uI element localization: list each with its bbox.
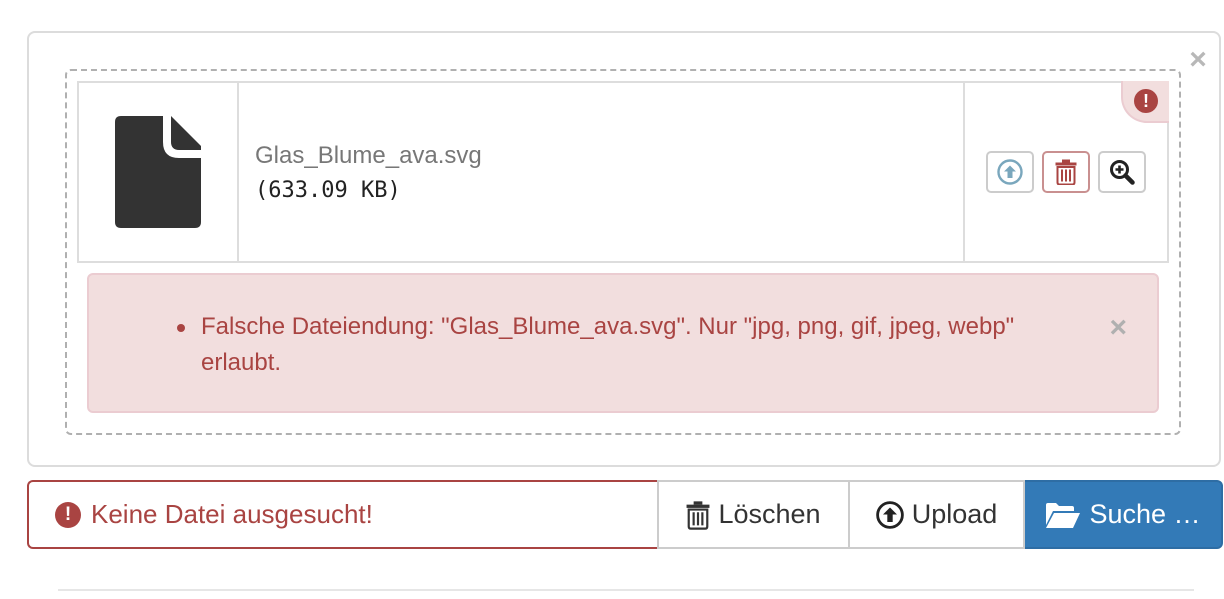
close-alert-button[interactable]: × [1109,313,1127,343]
delete-file-button[interactable] [1042,151,1090,193]
upload-button-label: Upload [911,499,998,529]
delete-button[interactable]: Löschen [657,480,850,549]
error-list: Falsche Dateiendung: "Glas_Blume_ava.svg… [175,309,1055,381]
drop-zone[interactable]: Glas_Blume_ava.svg (633.09 KB) ! Falsche… [65,69,1181,435]
file-input-group: ! Keine Datei ausgesucht! Löschen Upload [27,480,1223,549]
trash-icon [1055,159,1077,185]
file-actions: ! [965,81,1169,261]
file-error-indicator: ! [1121,81,1169,123]
zoom-in-icon [1110,160,1135,185]
file-caption[interactable]: ! Keine Datei ausgesucht! [27,480,657,549]
delete-button-label: Löschen [718,499,821,529]
file-name: Glas_Blume_ava.svg [255,141,482,169]
upload-circle-icon [875,500,904,529]
divider [58,589,1194,591]
folder-open-icon [1045,501,1081,529]
exclamation-circle-icon: ! [55,501,81,528]
error-alert: Falsche Dateiendung: "Glas_Blume_ava.svg… [87,273,1159,413]
file-size: (633.09 KB) [255,177,401,203]
exclamation-circle-icon: ! [1134,89,1158,113]
upload-button[interactable]: Upload [850,480,1025,549]
error-message: Falsche Dateiendung: "Glas_Blume_ava.svg… [175,309,1055,381]
browse-button[interactable]: Suche … [1025,480,1223,549]
file-icon [115,116,201,228]
upload-file-button[interactable] [986,151,1034,193]
upload-circle-icon [997,159,1023,185]
file-preview-panel: × Glas_Blume_ava.svg (633.09 KB) ! Falsc… [27,31,1221,467]
trash-icon [686,500,710,530]
file-thumbnail [79,83,239,261]
file-preview-frame: Glas_Blume_ava.svg (633.09 KB) ! [77,81,1169,263]
file-info: Glas_Blume_ava.svg (633.09 KB) [239,83,965,261]
close-preview-button[interactable]: × [1185,45,1211,75]
file-caption-text: Keine Datei ausgesucht! [91,499,373,529]
browse-button-label: Suche … [1089,499,1201,529]
zoom-file-button[interactable] [1098,151,1146,193]
